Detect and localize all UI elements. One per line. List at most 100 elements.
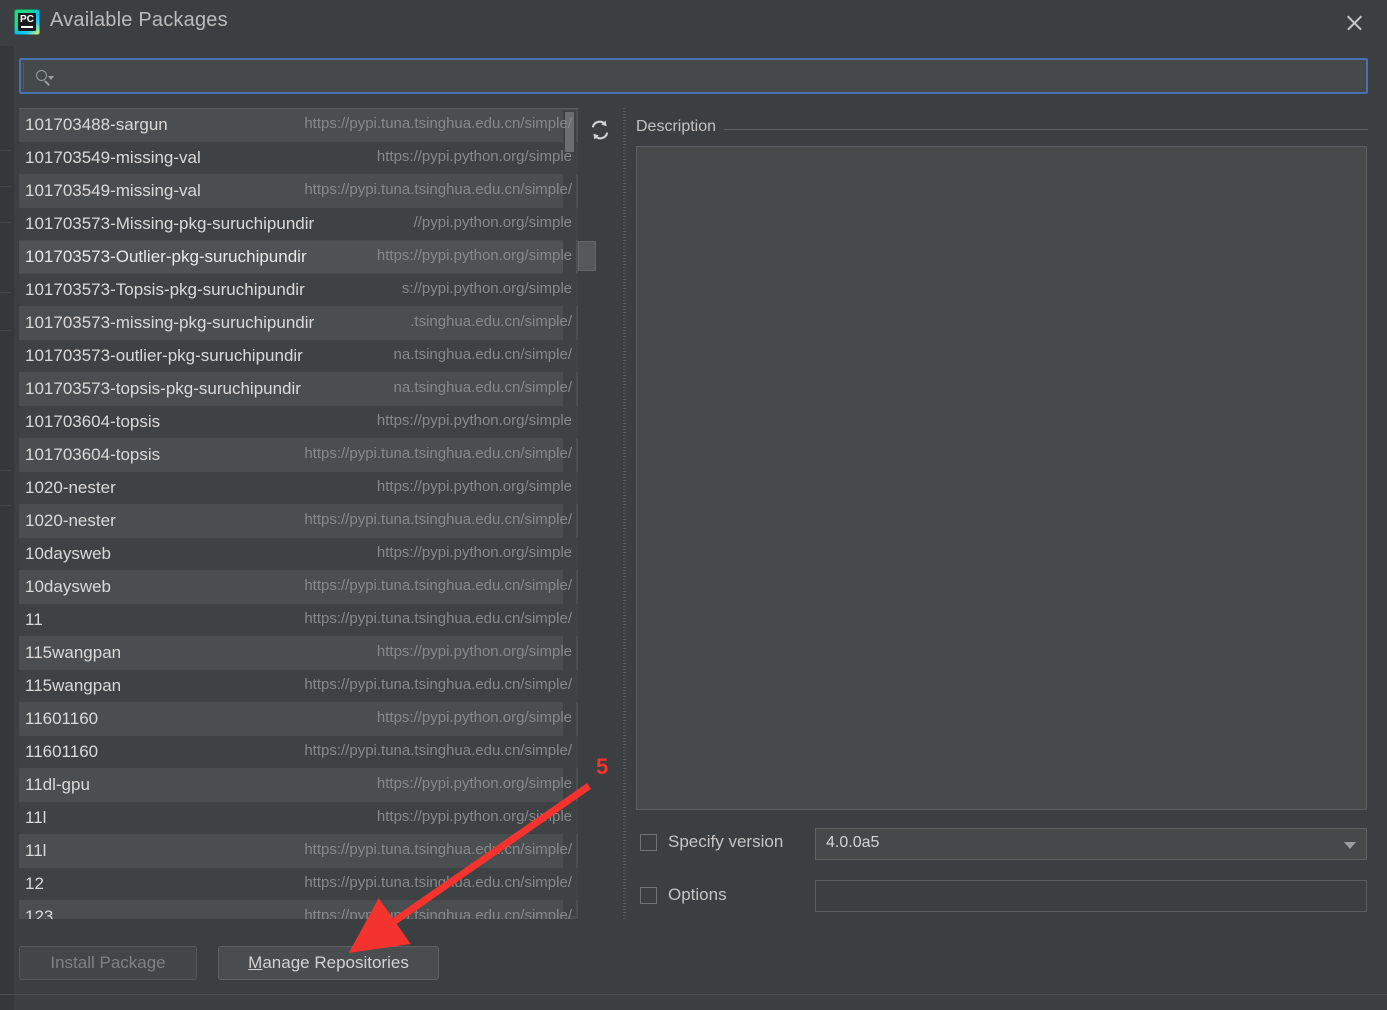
options-checkbox[interactable] (640, 887, 657, 904)
package-name: 101703573-Topsis-pkg-suruchipundir (25, 280, 305, 299)
package-name: 115wangpan (25, 676, 122, 695)
pycharm-icon: PC (14, 9, 40, 35)
package-name: 11l (25, 808, 47, 827)
package-name: 101703604-topsis (25, 412, 161, 431)
package-repository-url: https://pypi.python.org/simple (376, 478, 572, 495)
package-name: 101703573-Outlier-pkg-suruchipundir (25, 247, 307, 266)
package-row[interactable]: 123 https://pypi.tuna.tsinghua.edu.cn/sim… (19, 901, 578, 919)
package-name: 1020-nester (25, 511, 116, 530)
panel-splitter[interactable] (620, 108, 630, 920)
splitter-grip-icon (623, 108, 626, 920)
package-row[interactable]: 101703549-missing-val https://pypi.tuna.t… (19, 175, 578, 208)
package-repository-url: https://pypi.python.org/simple (376, 808, 572, 825)
package-row[interactable]: 101703573-missing-pkg-suruchipundir .tsin… (19, 307, 578, 340)
search-icon (36, 70, 54, 88)
search-box[interactable] (19, 58, 1368, 96)
package-name: 115wangpan (25, 643, 122, 662)
package-repository-url: https://pypi.tuna.tsinghua.edu.cn/simple… (304, 181, 572, 198)
package-name: 11l (25, 841, 47, 860)
refresh-icon[interactable] (588, 118, 612, 142)
package-repository-url: https://pypi.python.org/simple (376, 247, 572, 264)
package-row[interactable]: 1020-nester https://pypi.tuna.tsinghua.ed… (19, 505, 578, 538)
package-name: 11 (25, 610, 43, 629)
package-row[interactable]: 101703573-Outlier-pkg-suruchipundir https… (19, 241, 578, 274)
package-name: 123 (25, 907, 54, 919)
package-repository-url: https://pypi.tuna.tsinghua.edu.cn/simple… (304, 115, 572, 132)
package-repository-url: https://pypi.python.org/simple (376, 148, 572, 165)
package-name: 11601160 (25, 709, 99, 728)
package-repository-url: https://pypi.tuna.tsinghua.edu.cn/simple… (304, 610, 572, 627)
package-row[interactable]: 11601160 https://pypi.python.org/simple (19, 703, 578, 736)
package-repository-url: //pypi.python.org/simple (413, 214, 572, 231)
search-input[interactable] (62, 62, 1358, 96)
description-label: Description (636, 118, 725, 136)
package-row[interactable]: 12 https://pypi.tuna.tsinghua.edu.cn/simp… (19, 868, 578, 901)
package-name: 101703573-missing-pkg-suruchipundir (25, 313, 315, 332)
package-repository-url: https://pypi.tuna.tsinghua.edu.cn/simple… (304, 874, 572, 891)
row-tooltip-overflow (578, 241, 596, 271)
package-row[interactable]: 11dl-gpu https://pypi.python.org/simple (19, 769, 578, 802)
package-row[interactable]: 101703573-Missing-pkg-suruchipundir //pyp… (19, 208, 578, 241)
manage-repositories-mnemonic: M (248, 953, 263, 972)
options-label: Options (668, 885, 727, 904)
package-repository-url: s://pypi.python.org/simple (401, 280, 572, 297)
manage-repositories-label: anage Repositories (262, 953, 409, 972)
package-repository-url: https://pypi.python.org/simple (376, 709, 572, 726)
package-name: 101703604-topsis (25, 445, 161, 464)
page-title: Available Packages (50, 9, 228, 31)
package-row[interactable]: 11l https://pypi.python.org/simple (19, 802, 578, 835)
version-value: 4.0.0a5 (826, 834, 880, 851)
package-list[interactable]: 101703488-sargun https://pypi.tuna.tsingh… (19, 108, 578, 919)
package-name: 1020-nester (25, 478, 116, 497)
package-name: 11dl-gpu (25, 775, 90, 794)
specify-version-checkbox[interactable] (640, 834, 657, 851)
specify-version-label: Specify version (668, 832, 784, 851)
close-icon[interactable] (1337, 6, 1371, 40)
dialog-bottom-divider (0, 994, 1387, 995)
description-body (636, 146, 1367, 810)
package-row[interactable]: 101703573-outlier-pkg-suruchipundir na.ts… (19, 340, 578, 373)
package-row[interactable]: 101703573-topsis-pkg-suruchipundir na.tsi… (19, 373, 578, 406)
annotation-number: 5 (596, 754, 609, 779)
package-row[interactable]: 101703604-topsis https://pypi.python.org/… (19, 406, 578, 439)
package-name: 101703573-topsis-pkg-suruchipundir (25, 379, 301, 398)
title-bar: PC Available Packages (0, 0, 1387, 46)
package-row[interactable]: 101703549-missing-val https://pypi.python… (19, 142, 578, 175)
package-repository-url: https://pypi.tuna.tsinghua.edu.cn/simple… (304, 676, 572, 693)
package-name: 101703549-missing-val (25, 148, 201, 167)
package-repository-url: https://pypi.tuna.tsinghua.edu.cn/simple… (304, 841, 572, 858)
package-row[interactable]: 101703573-Topsis-pkg-suruchipundir s://py… (19, 274, 578, 307)
package-repository-url: https://pypi.tuna.tsinghua.edu.cn/simple… (304, 577, 572, 594)
package-row[interactable]: 115wangpan https://pypi.tuna.tsinghua.edu… (19, 670, 578, 703)
package-row[interactable]: 11l https://pypi.tuna.tsinghua.edu.cn/sim… (19, 835, 578, 868)
package-row[interactable]: 1020-nester https://pypi.python.org/simpl… (19, 472, 578, 505)
package-repository-url: https://pypi.tuna.tsinghua.edu.cn/simple… (304, 907, 572, 919)
package-repository-url: https://pypi.python.org/simple (376, 643, 572, 660)
install-package-button[interactable]: Install Package (19, 946, 197, 980)
available-packages-dialog: PC Available Packages 101703488-sargun ht… (0, 0, 1387, 1010)
package-row[interactable]: 115wangpan https://pypi.python.org/simple (19, 637, 578, 670)
package-name: 101703549-missing-val (25, 181, 201, 200)
manage-repositories-button[interactable]: Manage Repositories (218, 946, 439, 980)
package-row[interactable]: 101703488-sargun https://pypi.tuna.tsingh… (19, 109, 578, 142)
package-name: 101703573-outlier-pkg-suruchipundir (25, 346, 303, 365)
package-name: 101703488-sargun (25, 115, 168, 134)
version-select[interactable]: 4.0.0a5 (815, 828, 1367, 860)
package-name: 10daysweb (25, 544, 112, 563)
package-row[interactable]: 101703604-topsis https://pypi.tuna.tsingh… (19, 439, 578, 472)
package-repository-url: na.tsinghua.edu.cn/simple/ (393, 379, 572, 396)
package-row[interactable]: 11601160 https://pypi.tuna.tsinghua.edu.c… (19, 736, 578, 769)
package-row[interactable]: 10daysweb https://pypi.tuna.tsinghua.edu.… (19, 571, 578, 604)
package-row[interactable]: 10daysweb https://pypi.python.org/simple (19, 538, 578, 571)
package-name: 12 (25, 874, 44, 893)
chevron-down-icon[interactable] (1344, 842, 1356, 849)
package-repository-url: .tsinghua.edu.cn/simple/ (410, 313, 572, 330)
package-repository-url: na.tsinghua.edu.cn/simple/ (393, 346, 572, 363)
description-divider (636, 129, 1368, 130)
package-repository-url: https://pypi.python.org/simple (376, 544, 572, 561)
package-repository-url: https://pypi.tuna.tsinghua.edu.cn/simple… (304, 742, 572, 759)
package-repository-url: https://pypi.python.org/simple (376, 412, 572, 429)
options-input[interactable] (815, 880, 1367, 912)
package-row[interactable]: 11 https://pypi.tuna.tsinghua.edu.cn/simp… (19, 604, 578, 637)
package-repository-url: https://pypi.tuna.tsinghua.edu.cn/simple… (304, 445, 572, 462)
